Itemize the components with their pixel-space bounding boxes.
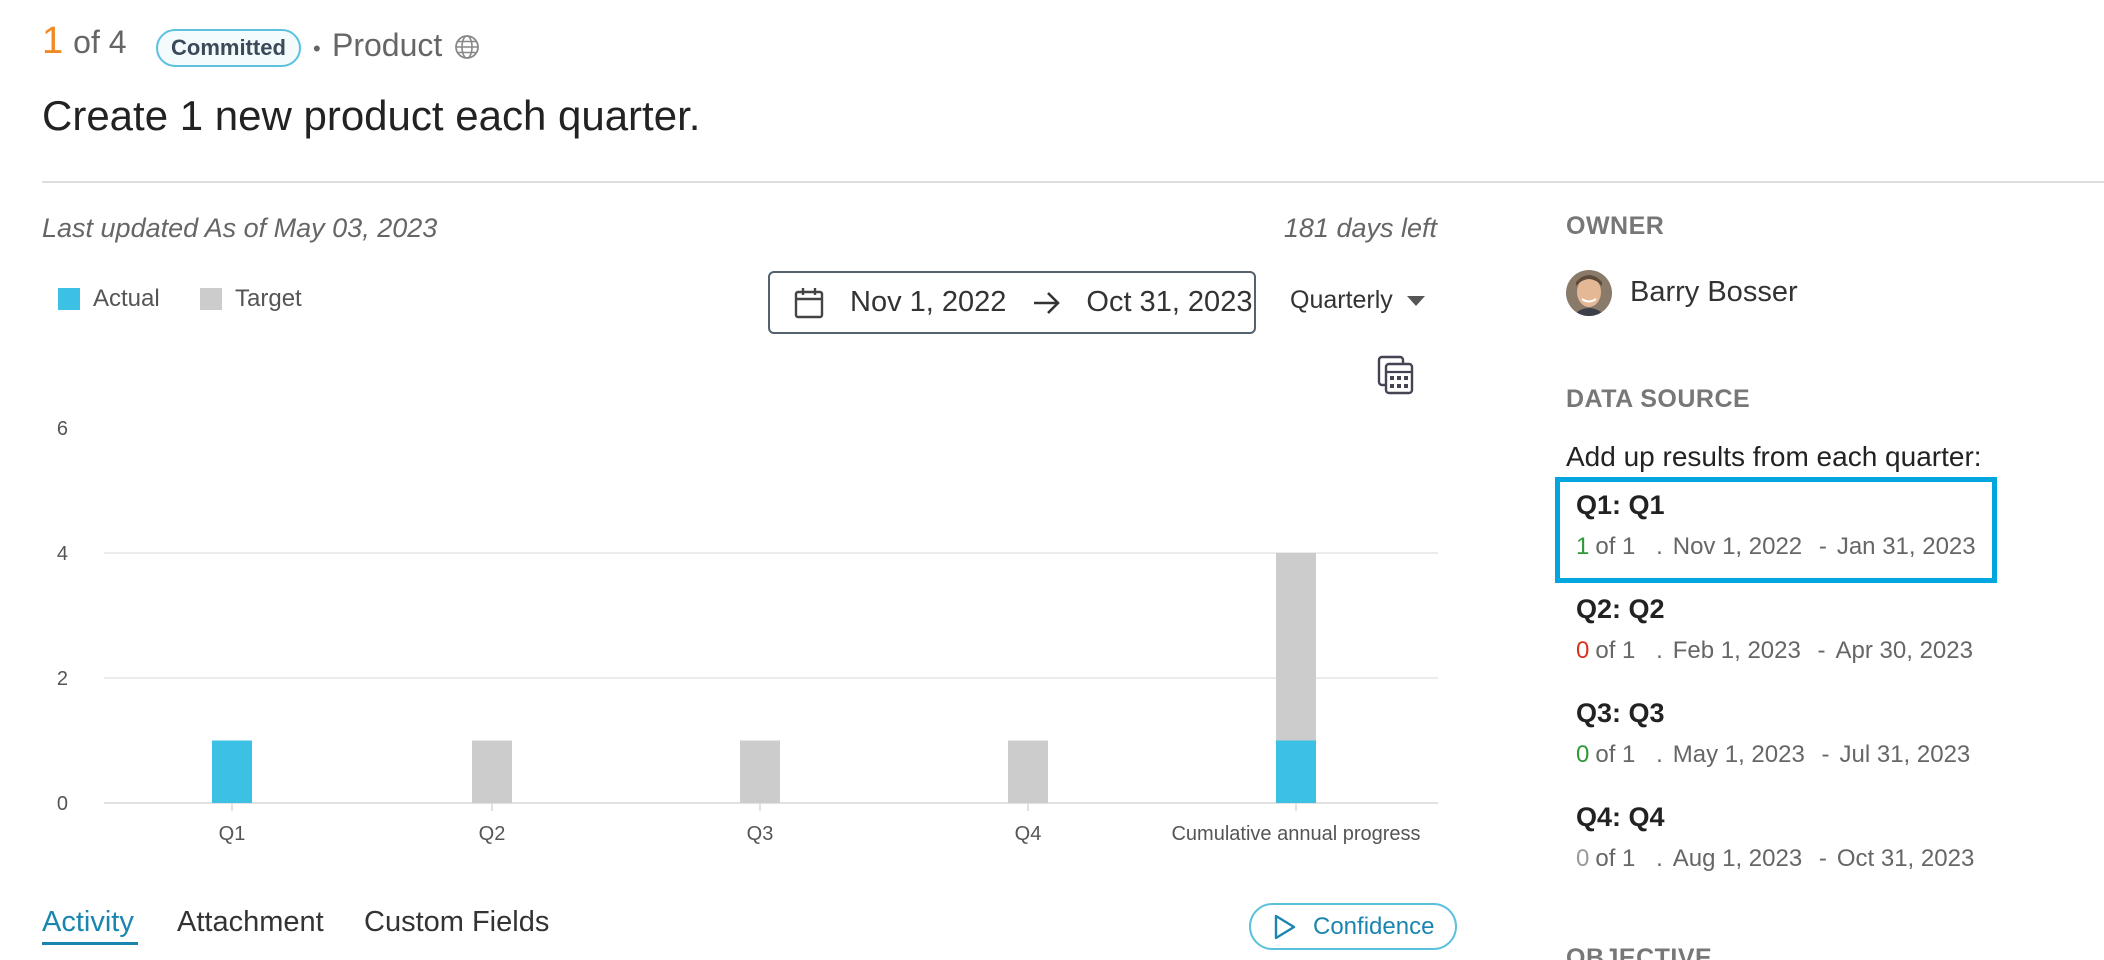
item-dot: . — [1656, 845, 1663, 872]
item-dash: - — [1818, 845, 1827, 872]
bar-actual — [212, 740, 252, 803]
arrow-right-icon — [1034, 291, 1061, 314]
item-start: Nov 1, 2022 — [1672, 533, 1803, 560]
data-source-item-detail: 0 of 1 . May 1, 2023 - Jul 31, 2023 — [1576, 741, 1996, 769]
last-updated-text: Last updated As of May 03, 2023 — [42, 213, 438, 243]
item-of: of 1 — [1595, 637, 1636, 664]
goal-index: 1 of 4 — [42, 20, 127, 63]
item-dash: - — [1817, 637, 1826, 664]
item-value: 0 — [1576, 845, 1590, 872]
tab-attachment[interactable]: Attachment — [177, 906, 324, 939]
bar-target — [740, 740, 780, 803]
legend-actual: Actual — [58, 285, 160, 313]
item-value: 1 — [1576, 533, 1590, 560]
data-source-item-title: Q2: Q2 — [1576, 594, 1665, 624]
item-end: Jul 31, 2023 — [1839, 741, 1971, 768]
play-icon — [1274, 914, 1296, 939]
objective-label: OBJECTIVE — [1566, 944, 1713, 960]
legend-target-swatch — [200, 288, 222, 310]
date-end: Oct 31, 2023 — [1086, 286, 1253, 318]
data-source-item[interactable]: Q4: Q4 0 of 1 . Aug 1, 2023 - Oct 31, 2023 — [1576, 802, 1996, 873]
item-dot: . — [1656, 533, 1663, 560]
bar-actual — [1276, 740, 1316, 803]
period-dropdown[interactable]: Quarterly — [1290, 286, 1425, 315]
item-dash: - — [1818, 533, 1827, 560]
calendar-icon — [794, 287, 824, 318]
data-source-item-title: Q3: Q3 — [1576, 698, 1665, 728]
item-value: 0 — [1576, 637, 1590, 664]
x-tick-label: Cumulative annual progress — [1171, 823, 1420, 845]
legend-actual-swatch — [58, 288, 80, 310]
data-source-label: DATA SOURCE — [1566, 385, 1751, 413]
date-start: Nov 1, 2022 — [850, 286, 1007, 318]
y-tick-label: 6 — [57, 418, 68, 440]
item-of: of 1 — [1595, 845, 1636, 872]
data-source-item[interactable]: Q1: Q1 1 of 1 . Nov 1, 2022 - Jan 31, 2023 — [1576, 490, 1996, 561]
data-source-item[interactable]: Q3: Q3 0 of 1 . May 1, 2023 - Jul 31, 2023 — [1576, 698, 1996, 769]
x-tick-label: Q4 — [1015, 823, 1042, 845]
legend-target-label: Target — [235, 285, 302, 312]
bar-target — [472, 740, 512, 803]
progress-chart: 0 2 4 6 Q1 Q2 Q3 Q4 Cumulative annual progress — [57, 418, 1438, 845]
globe-icon — [455, 35, 479, 59]
x-tick-label: Q2 — [479, 823, 506, 845]
y-tick-label: 4 — [57, 543, 68, 565]
total-count: of 4 — [73, 24, 127, 60]
x-tick-label: Q1 — [219, 823, 246, 845]
y-tick-label: 0 — [57, 793, 68, 815]
item-start: Aug 1, 2023 — [1672, 845, 1803, 872]
header-divider — [42, 181, 2104, 183]
legend-actual-label: Actual — [93, 285, 160, 312]
period-dropdown-value: Quarterly — [1290, 286, 1393, 314]
item-dash: - — [1821, 741, 1830, 768]
avatar-image — [1566, 270, 1612, 316]
confidence-button[interactable]: Confidence — [1249, 903, 1457, 950]
item-of: of 1 — [1595, 741, 1636, 768]
item-start: May 1, 2023 — [1672, 741, 1805, 768]
data-source-item[interactable]: Q2: Q2 0 of 1 . Feb 1, 2023 - Apr 30, 2023 — [1576, 594, 1996, 665]
legend-target: Target — [200, 285, 302, 313]
data-source-item-title: Q1: Q1 — [1576, 490, 1665, 520]
data-source-item-detail: 1 of 1 . Nov 1, 2022 - Jan 31, 2023 — [1576, 533, 1996, 561]
bar-target — [1008, 740, 1048, 803]
tab-custom-fields[interactable]: Custom Fields — [364, 906, 549, 939]
confidence-button-label: Confidence — [1313, 912, 1435, 940]
data-source-item-title: Q4: Q4 — [1576, 802, 1665, 832]
status-badge: Committed — [156, 29, 301, 67]
days-left-text: 181 days left — [1283, 213, 1437, 243]
owner-label: OWNER — [1566, 212, 1665, 240]
item-start: Feb 1, 2023 — [1672, 637, 1801, 664]
item-end: Apr 30, 2023 — [1835, 637, 1973, 664]
separator-dot: • — [313, 36, 321, 61]
page-title: Create 1 new product each quarter. — [42, 92, 701, 139]
tab-activity-underline — [42, 942, 138, 945]
data-source-item-detail: 0 of 1 . Feb 1, 2023 - Apr 30, 2023 — [1576, 637, 1996, 665]
item-end: Oct 31, 2023 — [1836, 845, 1975, 872]
calculator-icon[interactable] — [1377, 355, 1415, 395]
caret-down-icon — [1406, 295, 1425, 306]
date-range-picker[interactable]: Nov 1, 2022 Oct 31, 2023 — [768, 271, 1256, 334]
item-dot: . — [1656, 637, 1663, 664]
bar-target — [1276, 553, 1316, 741]
tab-activity[interactable]: Activity — [42, 906, 134, 939]
owner-name[interactable]: Barry Bosser — [1630, 276, 1798, 309]
item-value: 0 — [1576, 741, 1590, 768]
y-tick-label: 2 — [57, 668, 68, 690]
current-index: 1 — [42, 20, 64, 62]
category-label: Product — [332, 27, 443, 63]
item-dot: . — [1656, 741, 1663, 768]
data-source-intro: Add up results from each quarter: — [1566, 441, 1982, 472]
avatar[interactable] — [1566, 270, 1612, 316]
item-end: Jan 31, 2023 — [1836, 533, 1976, 560]
item-of: of 1 — [1595, 533, 1636, 560]
data-source-item-detail: 0 of 1 . Aug 1, 2023 - Oct 31, 2023 — [1576, 845, 1996, 873]
x-tick-label: Q3 — [747, 823, 774, 845]
